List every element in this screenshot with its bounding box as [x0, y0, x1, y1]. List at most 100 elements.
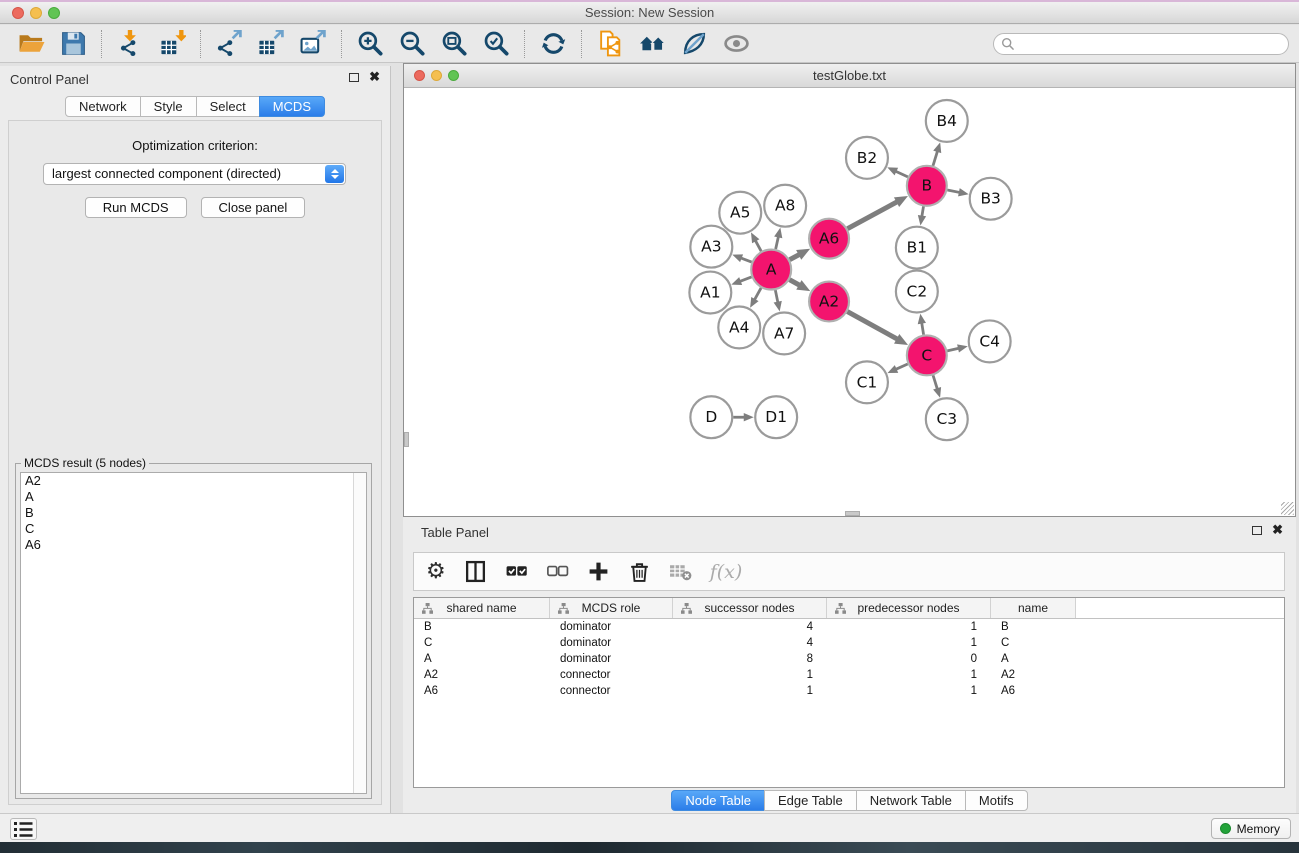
export-table-button[interactable] [250, 27, 292, 61]
graph-edge-A-A4[interactable] [750, 288, 761, 308]
result-item[interactable]: C [21, 521, 366, 537]
open-file-button[interactable] [10, 27, 52, 61]
graph-node-A6[interactable]: A6 [809, 219, 849, 259]
search-box[interactable] [993, 33, 1289, 55]
graph-node-B[interactable]: B [907, 166, 947, 206]
clone-network-button[interactable] [589, 27, 631, 61]
column-header-shared-name[interactable]: shared name [414, 598, 550, 618]
search-input[interactable] [1015, 35, 1288, 53]
graph-node-C2[interactable]: C2 [896, 271, 938, 313]
graph-edge-A2-C[interactable] [847, 312, 908, 345]
graph-node-D1[interactable]: D1 [755, 396, 797, 438]
table-tab-motifs[interactable]: Motifs [965, 790, 1028, 811]
graph-edge-C-C2[interactable] [918, 314, 926, 335]
delete-table-button[interactable] [669, 557, 692, 587]
table-row[interactable]: Adominator80A [414, 651, 1284, 667]
split-panel-button[interactable] [464, 557, 487, 587]
select-all-button[interactable] [505, 557, 528, 587]
graph-node-A3[interactable]: A3 [690, 226, 732, 268]
export-image-button[interactable] [292, 27, 334, 61]
tab-mcds[interactable]: MCDS [259, 96, 325, 117]
import-table-button[interactable] [151, 27, 193, 61]
result-item[interactable]: A6 [21, 537, 366, 553]
table-settings-button[interactable]: ⚙ [426, 557, 446, 587]
deselect-all-button[interactable] [546, 557, 569, 587]
table-row[interactable]: Cdominator41C [414, 635, 1284, 651]
table-row[interactable]: A6connector11A6 [414, 683, 1284, 699]
graph-edge-A-A3[interactable] [732, 254, 751, 262]
tab-style[interactable]: Style [140, 96, 197, 117]
graph-node-C3[interactable]: C3 [926, 398, 968, 440]
graph-node-A7[interactable]: A7 [763, 312, 805, 354]
close-panel-button[interactable]: Close panel [201, 197, 306, 218]
table-row[interactable]: A2connector11A2 [414, 667, 1284, 683]
refresh-button[interactable] [532, 27, 574, 61]
import-network-button[interactable] [109, 27, 151, 61]
zoom-selected-button[interactable] [475, 27, 517, 61]
table-close-panel-icon[interactable]: ✖ [1272, 525, 1283, 535]
graph-node-D[interactable]: D [690, 396, 732, 438]
export-network-button[interactable] [208, 27, 250, 61]
criterion-dropdown[interactable]: largest connected component (directed) [43, 163, 346, 185]
memory-button[interactable]: Memory [1211, 818, 1291, 839]
graph-node-C1[interactable]: C1 [846, 361, 888, 403]
network-window-titlebar[interactable]: testGlobe.txt [404, 64, 1295, 88]
graph-edge-D-D1[interactable] [733, 413, 753, 421]
canvas-bottom-handle[interactable] [845, 511, 860, 516]
column-header-predecessor-nodes[interactable]: predecessor nodes [827, 598, 991, 618]
graph-edge-C-C4[interactable] [947, 344, 967, 352]
zoom-out-button[interactable] [391, 27, 433, 61]
graph-node-B1[interactable]: B1 [896, 227, 938, 269]
graph-node-A1[interactable]: A1 [689, 272, 731, 314]
result-item[interactable]: A [21, 489, 366, 505]
close-panel-icon[interactable]: ✖ [369, 72, 380, 82]
table-tab-edge-table[interactable]: Edge Table [764, 790, 857, 811]
graph-edge-A-A8[interactable] [774, 228, 782, 249]
window-resize-grip[interactable] [1281, 502, 1294, 515]
zoom-fit-button[interactable] [433, 27, 475, 61]
graph-node-A8[interactable]: A8 [764, 185, 806, 227]
graph-node-B2[interactable]: B2 [846, 137, 888, 179]
result-item[interactable]: B [21, 505, 366, 521]
graph-edge-A-A6[interactable] [790, 249, 810, 260]
table-tab-node-table[interactable]: Node Table [671, 790, 765, 811]
task-history-button[interactable] [10, 818, 37, 840]
graph-edge-B-B2[interactable] [887, 167, 908, 177]
graph-node-B4[interactable]: B4 [926, 100, 968, 142]
network-canvas[interactable]: B4B2BB3A8A5A6A3B1AA1C2A2A4A7C4CC1C3DD1 [404, 89, 1295, 516]
function-builder-button[interactable]: f(x) [710, 557, 743, 587]
save-session-button[interactable] [52, 27, 94, 61]
graph-edge-B-B1[interactable] [918, 206, 926, 225]
zoom-in-button[interactable] [349, 27, 391, 61]
tab-network[interactable]: Network [65, 96, 141, 117]
add-column-button[interactable] [587, 557, 610, 587]
network-graph[interactable]: B4B2BB3A8A5A6A3B1AA1C2A2A4A7C4CC1C3DD1 [404, 89, 1295, 516]
run-mcds-button[interactable]: Run MCDS [85, 197, 187, 218]
graph-node-A2[interactable]: A2 [809, 282, 849, 322]
graph-edge-A-A5[interactable] [751, 232, 761, 251]
column-header-MCDS-role[interactable]: MCDS role [550, 598, 673, 618]
graph-edge-B-B4[interactable] [933, 142, 941, 165]
graph-edge-C-C3[interactable] [933, 375, 941, 397]
column-header-successor-nodes[interactable]: successor nodes [673, 598, 827, 618]
result-scrollbar[interactable] [353, 473, 366, 793]
graph-node-C4[interactable]: C4 [969, 320, 1011, 362]
graph-node-A4[interactable]: A4 [718, 306, 760, 348]
table-row[interactable]: Bdominator41B [414, 619, 1284, 635]
graph-edge-A-A1[interactable] [731, 277, 751, 285]
graph-node-A5[interactable]: A5 [719, 192, 761, 234]
table-tab-network-table[interactable]: Network Table [856, 790, 966, 811]
delete-column-button[interactable] [628, 557, 651, 587]
canvas-left-handle[interactable] [404, 432, 409, 447]
graph-node-C[interactable]: C [907, 335, 947, 375]
column-header-name[interactable]: name [991, 598, 1076, 618]
hide-graphics-details-button[interactable] [673, 27, 715, 61]
table-float-panel-icon[interactable] [1252, 526, 1262, 535]
graph-node-B3[interactable]: B3 [970, 178, 1012, 220]
tab-select[interactable]: Select [196, 96, 260, 117]
result-item[interactable]: A2 [21, 473, 366, 489]
graph-edge-A-A7[interactable] [774, 290, 782, 311]
first-neighbors-button[interactable] [631, 27, 673, 61]
graph-edge-C-C1[interactable] [887, 364, 907, 373]
graph-edge-A-A2[interactable] [790, 280, 811, 291]
